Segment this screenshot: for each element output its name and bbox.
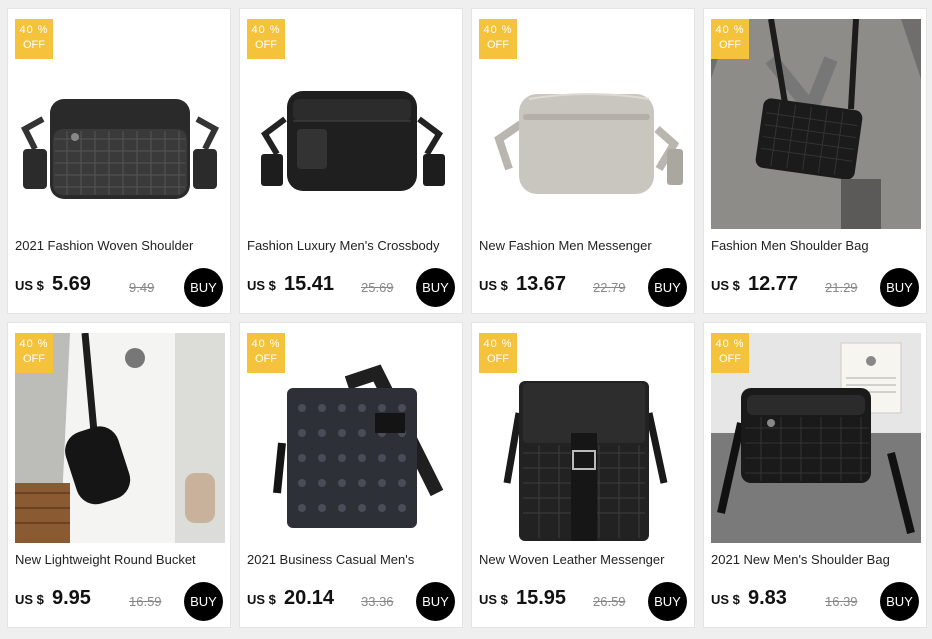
currency-label: US $	[479, 592, 508, 607]
product-grid: 40 % OFF 2021 Fashion Woven Shoulder US …	[7, 8, 927, 628]
product-title[interactable]: 2021 New Men's Shoulder Bag	[711, 552, 923, 567]
discount-off: OFF	[487, 353, 509, 365]
discount-badge: 40 % OFF	[711, 333, 749, 373]
buy-button[interactable]: BUY	[184, 268, 223, 307]
original-price: 22.79	[593, 280, 626, 295]
discount-percent: 40 %	[19, 24, 49, 36]
product-price: 15.41	[284, 273, 335, 295]
currency-label: US $	[247, 592, 276, 607]
product-image[interactable]: 40 % OFF	[479, 19, 689, 229]
product-card[interactable]: 40 % OFF Fashion Men Shoulder Bag US $ 1…	[703, 8, 927, 314]
currency-label: US $	[711, 592, 740, 607]
discount-off: OFF	[23, 353, 45, 365]
product-card[interactable]: 40 % OFF New Lightweight Round Bucket US…	[7, 322, 231, 628]
product-image[interactable]: 40 % OFF	[247, 19, 457, 229]
product-card[interactable]: 40 % OFF Fashion Luxury Men's Crossbody …	[239, 8, 463, 314]
buy-button[interactable]: BUY	[184, 582, 223, 621]
product-price: 9.83	[748, 587, 787, 609]
buy-button[interactable]: BUY	[880, 582, 919, 621]
product-title[interactable]: New Lightweight Round Bucket	[15, 552, 227, 567]
discount-percent: 40 %	[483, 24, 513, 36]
product-card[interactable]: 40 % OFF 2021 New Men's Shoulder Bag US …	[703, 322, 927, 628]
original-price: 9.49	[129, 280, 155, 295]
discount-off: OFF	[23, 39, 45, 51]
product-image[interactable]: 40 % OFF	[711, 333, 921, 543]
discount-badge: 40 % OFF	[15, 333, 53, 373]
product-price: 20.14	[284, 587, 335, 609]
original-price: 26.59	[593, 594, 626, 609]
product-price: 13.67	[516, 273, 567, 295]
discount-percent: 40 %	[715, 338, 745, 350]
currency-label: US $	[15, 278, 44, 293]
product-price: 5.69	[52, 273, 91, 295]
discount-badge: 40 % OFF	[15, 19, 53, 59]
discount-badge: 40 % OFF	[247, 19, 285, 59]
product-image[interactable]: 40 % OFF	[15, 333, 225, 543]
currency-label: US $	[15, 592, 44, 607]
currency-label: US $	[479, 278, 508, 293]
buy-button[interactable]: BUY	[416, 268, 455, 307]
product-title[interactable]: Fashion Men Shoulder Bag	[711, 238, 923, 253]
discount-percent: 40 %	[483, 338, 513, 350]
product-card[interactable]: 40 % OFF New Fashion Men Messenger US $ …	[471, 8, 695, 314]
product-price: 15.95	[516, 587, 567, 609]
product-price: 12.77	[748, 273, 799, 295]
buy-button[interactable]: BUY	[648, 582, 687, 621]
discount-percent: 40 %	[715, 24, 745, 36]
discount-percent: 40 %	[19, 338, 49, 350]
discount-off: OFF	[255, 353, 277, 365]
product-image[interactable]: 40 % OFF	[15, 19, 225, 229]
discount-off: OFF	[255, 39, 277, 51]
original-price: 33.36	[361, 594, 394, 609]
discount-off: OFF	[719, 39, 741, 51]
buy-button[interactable]: BUY	[648, 268, 687, 307]
original-price: 25.69	[361, 280, 394, 295]
discount-percent: 40 %	[251, 338, 281, 350]
discount-badge: 40 % OFF	[479, 19, 517, 59]
product-title[interactable]: New Fashion Men Messenger	[479, 238, 691, 253]
product-image[interactable]: 40 % OFF	[247, 333, 457, 543]
discount-badge: 40 % OFF	[479, 333, 517, 373]
original-price: 16.39	[825, 594, 858, 609]
currency-label: US $	[711, 278, 740, 293]
currency-label: US $	[247, 278, 276, 293]
product-title[interactable]: 2021 Fashion Woven Shoulder	[15, 238, 227, 253]
product-title[interactable]: New Woven Leather Messenger	[479, 552, 691, 567]
product-price: 9.95	[52, 587, 91, 609]
original-price: 21.29	[825, 280, 858, 295]
product-image[interactable]: 40 % OFF	[479, 333, 689, 543]
product-image[interactable]: 40 % OFF	[711, 19, 921, 229]
discount-badge: 40 % OFF	[247, 333, 285, 373]
buy-button[interactable]: BUY	[880, 268, 919, 307]
discount-off: OFF	[487, 39, 509, 51]
product-title[interactable]: Fashion Luxury Men's Crossbody	[247, 238, 459, 253]
discount-badge: 40 % OFF	[711, 19, 749, 59]
product-card[interactable]: 40 % OFF 2021 Fashion Woven Shoulder US …	[7, 8, 231, 314]
product-card[interactable]: 40 % OFF 2021 Business Casual Men's US $…	[239, 322, 463, 628]
product-title[interactable]: 2021 Business Casual Men's	[247, 552, 459, 567]
discount-percent: 40 %	[251, 24, 281, 36]
buy-button[interactable]: BUY	[416, 582, 455, 621]
discount-off: OFF	[719, 353, 741, 365]
original-price: 16.59	[129, 594, 162, 609]
product-card[interactable]: 40 % OFF New Woven Leather Messenger US …	[471, 322, 695, 628]
